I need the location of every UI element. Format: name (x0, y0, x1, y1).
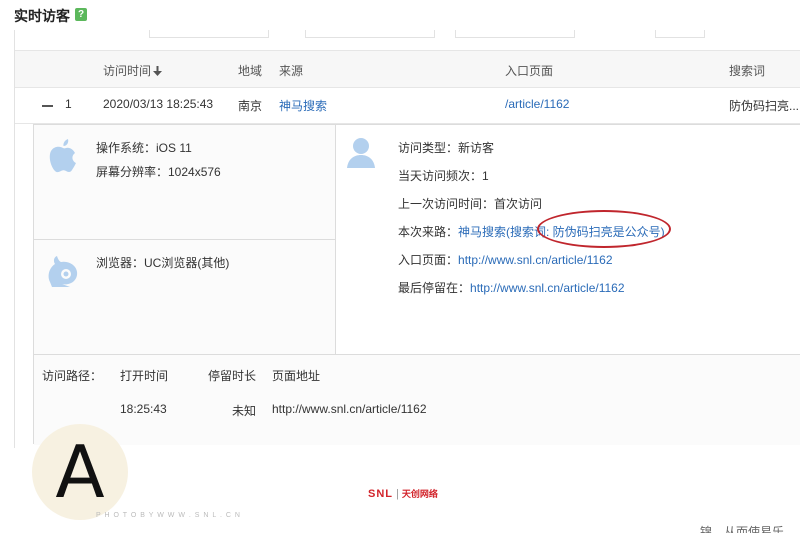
col-source: 来源 (279, 64, 304, 78)
collapse-icon[interactable] (42, 105, 53, 107)
browser-info: 浏览器：UC浏览器(其他) (96, 256, 230, 270)
row-entry-link[interactable]: /article/1162 (505, 97, 569, 111)
path-header-url: 页面地址 (272, 369, 321, 383)
browser-panel: 浏览器：UC浏览器(其他) (34, 240, 336, 354)
path-duration: 未知 (232, 404, 257, 418)
uc-browser-icon (48, 256, 78, 287)
tab-1[interactable] (149, 30, 269, 38)
os-info: 操作系统：iOS 11 (96, 141, 192, 155)
col-region: 地域 (238, 64, 263, 78)
last-stay-link[interactable]: http://www.snl.cn/article/1162 (470, 281, 625, 295)
last-stay: 最后停留在：http://www.snl.cn/article/1162 (398, 281, 625, 295)
row-search-term: 防伪码扫亮... (729, 99, 800, 113)
tab-4[interactable] (655, 30, 705, 38)
col-search-term: 搜索词 (729, 64, 766, 78)
path-open-time: 18:25:43 (120, 402, 167, 416)
path-header-open-time: 打开时间 (120, 369, 169, 383)
bottom-text: 锦，从而使易乐 (700, 525, 785, 533)
letter-badge: A (32, 424, 128, 520)
table-row[interactable]: 1 2020/03/13 18:25:43 南京 神马搜索 /article/1… (15, 88, 800, 124)
this-source: 本次来路：神马搜索(搜索词: 防伪码扫亮是公众号) (398, 225, 665, 239)
path-url-link[interactable]: http://www.snl.cn/article/1162 (272, 402, 427, 416)
row-time: 2020/03/13 18:25:43 (103, 97, 214, 111)
watermark-logo: SNL | 天创网络 (368, 488, 438, 500)
tab-2[interactable] (305, 30, 435, 38)
user-icon (347, 138, 375, 168)
help-icon[interactable]: ? (75, 8, 87, 21)
col-entry-page: 入口页面 (505, 64, 554, 78)
entry-page-link[interactable]: http://www.snl.cn/article/1162 (458, 253, 613, 267)
table-header: 访问时间 地域 来源 入口页面 搜索词 (15, 50, 800, 88)
resolution-info: 屏幕分辨率：1024x576 (96, 165, 221, 179)
path-label: 访问路径： (42, 369, 103, 383)
apple-icon (49, 139, 76, 173)
col-visit-time[interactable]: 访问时间 (103, 62, 163, 79)
visit-frequency: 当天访问频次：1 (398, 169, 489, 183)
row-index: 1 (65, 97, 72, 111)
row-source-link[interactable]: 神马搜索 (279, 97, 327, 114)
path-header-duration: 停留时长 (208, 369, 257, 383)
visit-path-panel: 访问路径： 打开时间 停留时长 页面地址 18:25:43 未知 http://… (34, 354, 800, 445)
visit-type: 访问类型：新访客 (398, 141, 495, 155)
page-title: 实时访客 (14, 8, 70, 24)
visitor-table: 访问时间 地域 来源 入口页面 搜索词 1 2020/03/13 18:25:4… (14, 38, 800, 448)
last-visit: 上一次访问时间：首次访问 (398, 197, 543, 211)
tab-strip (14, 30, 800, 38)
entry-page: 入口页面：http://www.snl.cn/article/1162 (398, 253, 613, 267)
tab-3[interactable] (455, 30, 575, 38)
visit-panel: 访问类型：新访客 当天访问频次：1 上一次访问时间：首次访问 本次来路：神马搜索… (336, 125, 800, 354)
device-panel: 操作系统：iOS 11 屏幕分辨率：1024x576 (34, 125, 336, 240)
visitor-detail: 操作系统：iOS 11 屏幕分辨率：1024x576 浏览器：UC浏览器(其他)… (33, 124, 800, 445)
sort-down-icon[interactable] (153, 66, 163, 76)
this-source-link[interactable]: 神马搜索(搜索词: 防伪码扫亮是公众号) (458, 225, 665, 239)
watermark-text: P H O T O B Y W W W . S N L . C N (96, 512, 241, 519)
title-bar: 实时访客 ? (0, 0, 800, 30)
letter-a: A (55, 430, 105, 514)
row-region: 南京 (238, 99, 263, 113)
